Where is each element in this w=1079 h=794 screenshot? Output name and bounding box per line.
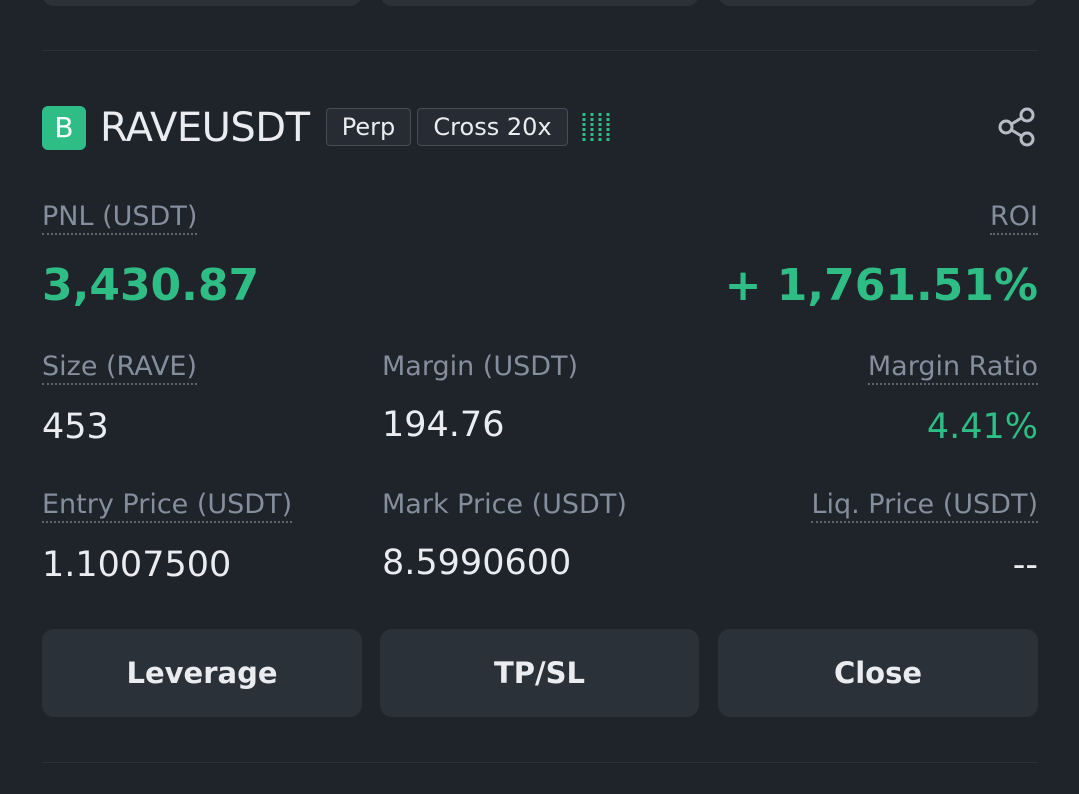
margin-value: 194.76 [382, 405, 505, 445]
liq-price-value: -- [1012, 545, 1038, 585]
leverage-button[interactable]: Leverage [42, 629, 362, 717]
contract-type-tag: Perp [326, 108, 411, 146]
margin-label: Margin (USDT) [382, 351, 579, 382]
size-value: 453 [42, 407, 109, 447]
symbol-badge: B [42, 106, 86, 150]
position-card-screen: B RAVEUSDT Perp Cross 20x PNL (USDT) ROI… [0, 0, 1079, 794]
signal-strength-icon [582, 113, 610, 141]
size-label[interactable]: Size (RAVE) [42, 350, 198, 385]
tpsl-button[interactable]: TP/SL [380, 629, 699, 717]
liq-price-label-text: Liq. Price (USDT) [811, 489, 1038, 523]
share-icon[interactable] [996, 106, 1038, 148]
entry-price-value: 1.1007500 [42, 545, 232, 585]
liq-price-label[interactable]: Liq. Price (USDT) [811, 488, 1038, 523]
symbol-title[interactable]: RAVEUSDT [100, 104, 310, 152]
entry-price-label[interactable]: Entry Price (USDT) [42, 488, 293, 523]
bottom-divider [42, 762, 1038, 763]
margin-ratio-label[interactable]: Margin Ratio [867, 350, 1038, 385]
pnl-label-text: PNL (USDT) [42, 201, 198, 235]
roi-label[interactable]: ROI [990, 200, 1038, 235]
pnl-value: 3,430.87 [42, 260, 260, 311]
margin-ratio-value: 4.41% [926, 407, 1038, 447]
previous-action-button-2[interactable] [380, 0, 699, 6]
margin-ratio-label-text: Margin Ratio [867, 351, 1038, 385]
top-divider [42, 50, 1038, 51]
mark-price-label: Mark Price (USDT) [382, 489, 627, 520]
roi-label-text: ROI [990, 201, 1038, 235]
previous-action-button-3[interactable] [718, 0, 1038, 6]
roi-value: + 1,761.51% [724, 260, 1038, 311]
mark-price-value: 8.5990600 [382, 543, 572, 583]
entry-price-label-text: Entry Price (USDT) [42, 489, 293, 523]
previous-action-button-1[interactable] [42, 0, 362, 6]
pnl-label[interactable]: PNL (USDT) [42, 200, 198, 235]
margin-mode-tag[interactable]: Cross 20x [417, 108, 568, 146]
close-position-button[interactable]: Close [718, 629, 1038, 717]
size-label-text: Size (RAVE) [42, 351, 198, 385]
